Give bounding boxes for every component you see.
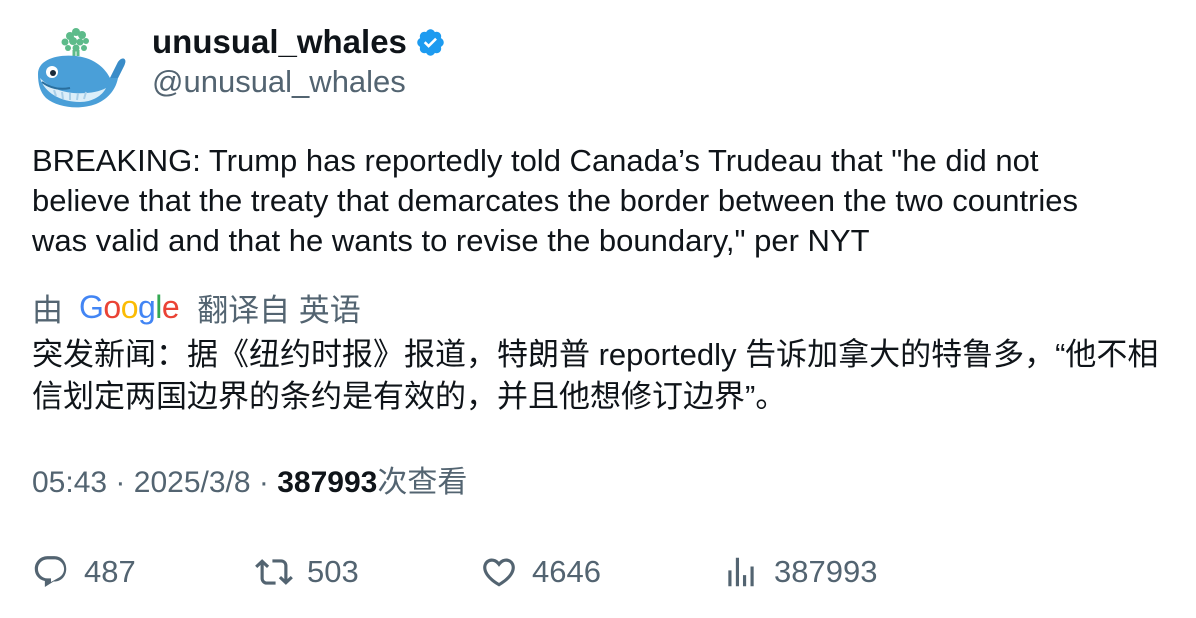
views-button[interactable]: 387993 — [722, 550, 877, 594]
reply-button[interactable]: 487 — [32, 550, 136, 594]
retweet-button[interactable]: 503 — [255, 550, 359, 594]
like-count: 4646 — [532, 554, 601, 589]
tweet-meta: 05:43 · 2025/3/8 · 387993次查看 — [32, 463, 467, 503]
display-name-row[interactable]: unusual_whales — [152, 22, 446, 62]
tweet-date[interactable]: 2025/3/8 — [134, 466, 251, 499]
translation-suffix: 翻译自 英语 — [197, 292, 361, 328]
analytics-icon — [728, 557, 754, 587]
tweet-time[interactable]: 05:43 — [32, 466, 107, 499]
meta-separator: · — [258, 466, 269, 499]
meta-separator: · — [115, 466, 126, 499]
views-label: 次查看 — [377, 466, 468, 499]
translation-prefix: 由 — [32, 292, 63, 328]
views-count: 387993 — [277, 466, 378, 499]
like-button[interactable]: 4646 — [480, 550, 601, 594]
retweet-count: 503 — [307, 554, 359, 589]
translation-attribution: 由 Google 翻译自 英语 — [32, 287, 361, 328]
google-logo: Google — [79, 288, 180, 325]
reply-icon — [34, 556, 67, 588]
user-handle[interactable]: @unusual_whales — [152, 62, 406, 102]
verified-badge-icon — [415, 27, 446, 58]
translated-text: 突发新闻：据《纽约时报》报道，特朗普 reportedly 告诉加拿大的特鲁多，… — [32, 337, 1159, 414]
views-action-count: 387993 — [774, 554, 878, 589]
whale-icon — [38, 28, 126, 108]
reply-count: 487 — [84, 554, 136, 589]
avatar[interactable] — [30, 22, 128, 114]
display-name[interactable]: unusual_whales — [152, 22, 407, 62]
tweet-text: BREAKING: Trump has reportedly told Cana… — [32, 143, 1079, 258]
heart-icon — [483, 558, 515, 587]
retweet-icon — [255, 559, 293, 585]
